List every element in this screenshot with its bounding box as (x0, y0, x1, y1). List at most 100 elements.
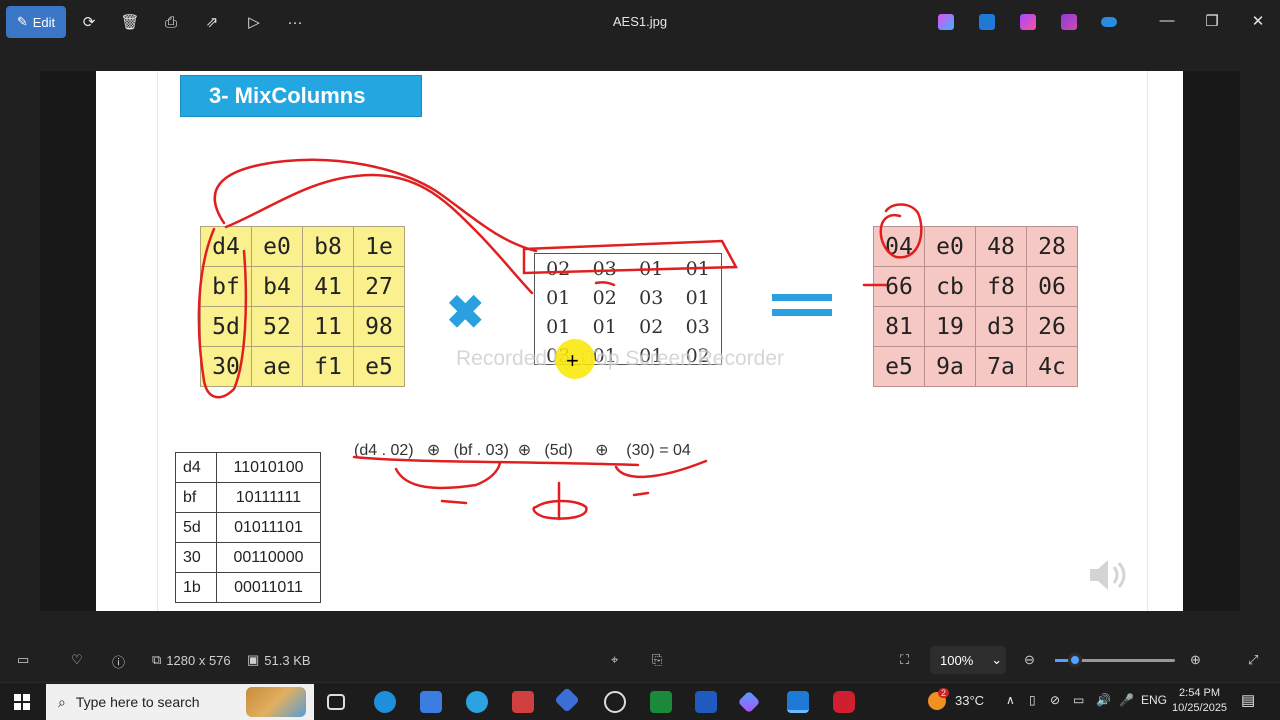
app-diamond-icon[interactable] (554, 687, 580, 713)
image-dimensions: ⧉ 1280 x 576 (152, 652, 231, 668)
result-row: 66 cb f8 06 (873, 266, 1078, 307)
device-icon[interactable]: ▯ (1029, 693, 1036, 707)
maximize-icon[interactable]: ❐ (1202, 12, 1222, 30)
state-cell: b8 (302, 226, 354, 267)
state-cell: f1 (302, 346, 354, 387)
result-cell: 9a (924, 346, 976, 387)
result-cell: 4c (1026, 346, 1078, 387)
mix-cell: 01 (546, 286, 571, 309)
speaker-icon (1090, 560, 1126, 590)
slide-image: 3- MixColumns d4 e0 b8 1e bf b4 41 27 5d 52 11 98 30… (96, 71, 1183, 611)
zoom-out-icon[interactable]: ⊖ (1024, 652, 1035, 668)
paint-3d-icon[interactable] (512, 691, 534, 713)
zoom-dropdown[interactable]: 100% ⌄ (930, 646, 1006, 674)
state-cell: 98 (353, 306, 405, 347)
fit-to-window-icon[interactable]: ⛶ (900, 652, 909, 668)
clock-time: 2:54 PM (1179, 687, 1221, 699)
taskbar-clock[interactable]: 2:54 PM 10/25/2025 (1172, 686, 1227, 716)
chevron-up-icon[interactable]: ∧ (1006, 693, 1015, 707)
fullscreen-icon[interactable]: ⤢ (1248, 652, 1258, 668)
binary-value: 10111111 (216, 482, 321, 513)
file-title: AES1.jpg (612, 14, 668, 29)
state-cell: b4 (251, 266, 303, 307)
close-icon[interactable]: ✕ (1248, 12, 1268, 30)
slide-heading: 3- MixColumns (180, 75, 422, 117)
binary-value: 01011101 (216, 512, 321, 543)
result-cell: 48 (975, 226, 1027, 267)
result-cell: 26 (1026, 306, 1078, 347)
chevron-down-icon: ⌄ (991, 652, 1003, 667)
mix-row: 01 01 02 03 (535, 312, 721, 341)
result-cell: 81 (873, 306, 925, 347)
binary-row: bf 10111111 (175, 482, 321, 513)
zoom-in-icon[interactable]: ⊕ (1190, 652, 1201, 668)
state-cell: 30 (200, 346, 252, 387)
clock-date: 10/25/2025 (1172, 702, 1228, 714)
screen-recorder-icon[interactable] (833, 691, 855, 713)
text-scan-icon[interactable]: ⎘ (652, 652, 662, 668)
mix-cell: 02 (546, 257, 571, 280)
edge-icon[interactable] (374, 691, 396, 713)
state-cell: 27 (353, 266, 405, 307)
result-row: 81 19 d3 26 (873, 306, 1078, 347)
copilot-icon[interactable] (938, 14, 954, 30)
state-cell: e5 (353, 346, 405, 387)
binary-table: d4 11010100 bf 10111111 5d 01011101 30 00110000… (175, 452, 321, 603)
photos-icon[interactable] (787, 691, 809, 713)
recorder-watermark: Recorded by iTop Screen Recorder (456, 347, 785, 370)
taskbar-search-box[interactable]: ⌕ Type here to search (46, 684, 314, 720)
temperature: 33°C (955, 693, 985, 708)
crosshair-cursor-icon: + (566, 348, 579, 373)
designer-icon[interactable] (1020, 14, 1036, 30)
word-w-green-icon[interactable] (650, 691, 672, 713)
filmstrip-icon[interactable]: ▭ (17, 652, 29, 668)
state-cell: 11 (302, 306, 354, 347)
state-matrix: d4 e0 b8 1e bf b4 41 27 5d 52 11 98 30 ae f1 e5 (200, 226, 405, 387)
state-cell: bf (200, 266, 252, 307)
windows-taskbar: ⌕ Type here to search 2 33°C ∧ ▯ ⊘ ▭ 🔊 🎤… (0, 682, 1280, 720)
visual-search-icon[interactable]: ⌖ (611, 652, 618, 668)
mix-cell: 01 (639, 257, 664, 280)
equals-icon (772, 294, 832, 322)
file-size: ▣ 51.3 KB (247, 652, 311, 668)
chatgpt-icon[interactable] (604, 691, 626, 713)
hex-value: d4 (175, 452, 217, 483)
result-cell: 06 (1026, 266, 1078, 307)
state-cell: 5d (200, 306, 252, 347)
result-matrix: 04 e0 48 28 66 cb f8 06 81 19 d3 26 e5 9a 7a 4c (873, 226, 1078, 387)
favorite-icon[interactable]: ♡ (71, 652, 83, 668)
network-off-icon[interactable]: ⊘ (1050, 693, 1060, 707)
mix-row: 01 02 03 01 (535, 283, 721, 312)
telegram-icon[interactable] (466, 691, 488, 713)
search-icon: ⌕ (58, 693, 66, 710)
volume-icon[interactable]: 🔊 (1096, 693, 1111, 707)
weather-badge: 2 (938, 688, 950, 698)
zoom-slider-knob[interactable] (1068, 653, 1082, 667)
mix-cell: 01 (546, 315, 571, 338)
search-placeholder: Type here to search (75, 694, 200, 710)
microphone-icon[interactable]: 🎤 (1119, 693, 1134, 707)
mix-cell: 03 (639, 286, 664, 309)
gemini-icon[interactable] (737, 690, 761, 714)
binary-value: 00011011 (216, 572, 321, 603)
translate-icon[interactable] (420, 691, 442, 713)
status-bar: ▭ ♡ ⓘ ⧉ 1280 x 576 ▣ 51.3 KB ⌖ ⎘ ⛶ 100% … (0, 640, 1280, 680)
paint-icon[interactable] (979, 14, 995, 30)
task-view-icon[interactable] (327, 694, 345, 710)
minimize-icon[interactable]: — (1157, 12, 1177, 29)
binary-row: d4 11010100 (175, 452, 321, 483)
word-icon[interactable] (695, 691, 717, 713)
state-cell: 52 (251, 306, 303, 347)
battery-icon[interactable]: ▭ (1073, 693, 1084, 707)
windows-start-icon[interactable] (14, 694, 30, 710)
state-row: bf b4 41 27 (200, 266, 405, 307)
language-indicator[interactable]: ENG (1141, 693, 1167, 707)
result-cell: f8 (975, 266, 1027, 307)
info-icon[interactable]: ⓘ (112, 652, 125, 671)
result-cell: d3 (975, 306, 1027, 347)
notifications-icon[interactable]: ▤ (1241, 691, 1255, 709)
result-cell: 66 (873, 266, 925, 307)
clipchamp-icon[interactable] (1061, 14, 1077, 30)
onedrive-icon[interactable] (1101, 17, 1117, 27)
binary-row: 1b 00011011 (175, 572, 321, 603)
